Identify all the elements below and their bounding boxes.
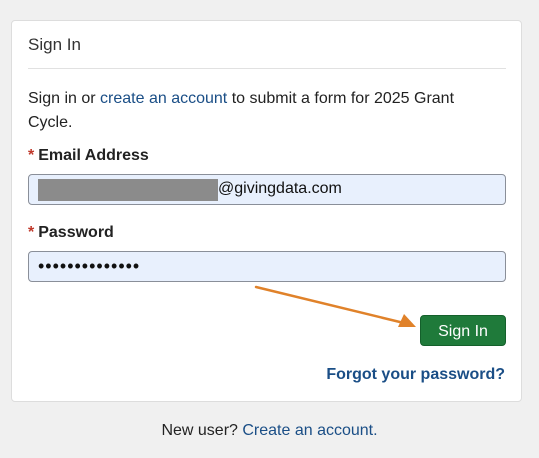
- footer-create-account-link[interactable]: Create an account.: [242, 422, 377, 439]
- new-user-footer: New user? Create an account.: [0, 422, 539, 440]
- sign-in-card: Sign In Sign in or create an account to …: [11, 20, 522, 402]
- create-account-link[interactable]: create an account: [100, 90, 227, 107]
- sign-in-button[interactable]: Sign In: [420, 315, 506, 346]
- required-mark: *: [28, 224, 35, 241]
- email-field[interactable]: @givingdata.com: [28, 174, 506, 205]
- annotation-arrow-icon: [254, 285, 416, 327]
- intro-prefix: Sign in or: [28, 90, 101, 107]
- forgot-password-link[interactable]: Forgot your password?: [326, 366, 505, 384]
- password-field-value: ••••••••••••••: [38, 256, 141, 276]
- password-field[interactable]: ••••••••••••••: [28, 251, 506, 282]
- intro-text: Sign in or create an account to submit a…: [28, 87, 498, 135]
- email-label: * Email Address: [28, 147, 149, 165]
- footer-prefix: New user?: [161, 422, 243, 439]
- required-mark: *: [28, 147, 35, 164]
- password-label-text: Password: [38, 224, 114, 241]
- title-divider: [28, 68, 506, 69]
- password-label: * Password: [28, 224, 114, 242]
- redacted-email-mask: [38, 179, 218, 201]
- card-title: Sign In: [28, 35, 81, 54]
- email-label-text: Email Address: [38, 147, 149, 164]
- email-field-value: @givingdata.com: [218, 180, 342, 197]
